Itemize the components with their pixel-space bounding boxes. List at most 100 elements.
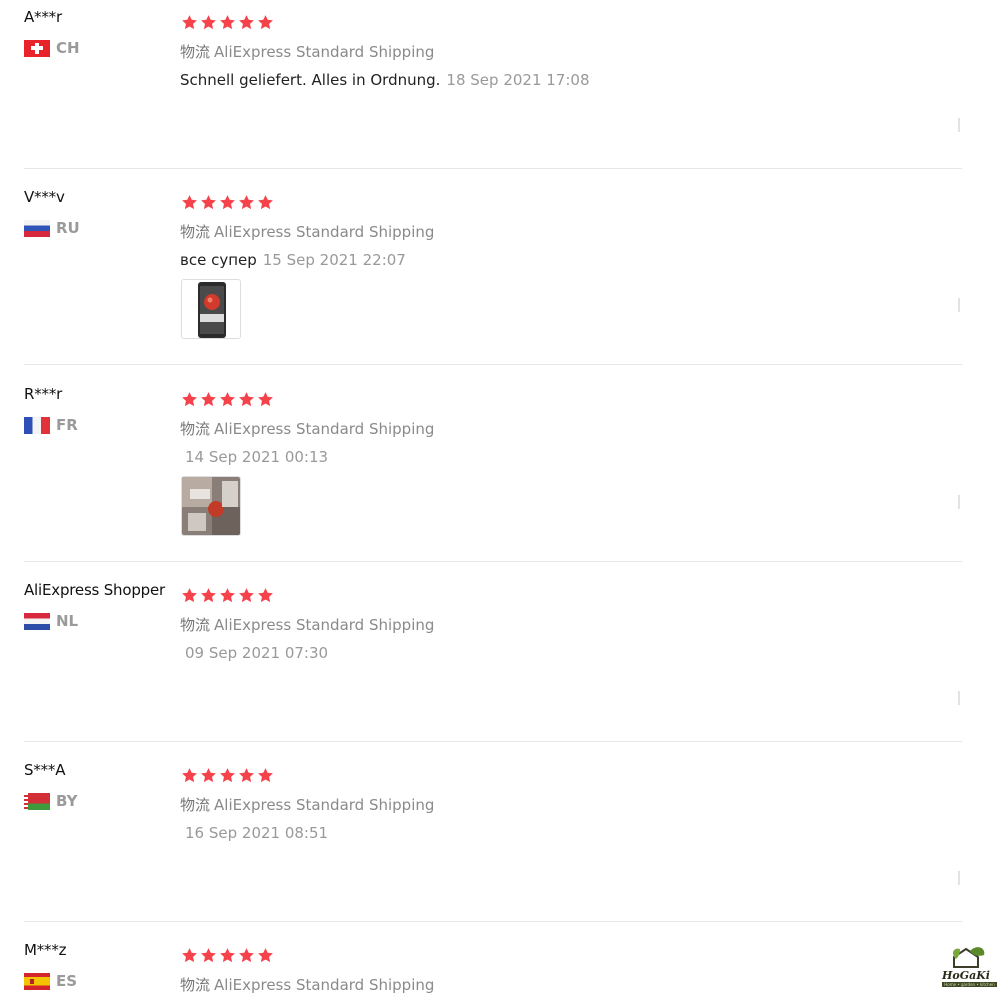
star-icon — [201, 392, 216, 407]
star-icon — [258, 392, 273, 407]
review-divider — [24, 364, 962, 365]
logistics-label: 物流 — [180, 796, 211, 814]
reviewer-country: RU — [24, 219, 80, 237]
review-feedback: 16 Sep 2021 08:51 — [180, 824, 328, 842]
star-rating — [181, 391, 274, 408]
logistics-label: 物流 — [180, 223, 211, 241]
logo-tagline: Home • garden • kitchen — [942, 982, 997, 987]
star-rating — [181, 14, 274, 31]
review-date: 18 Sep 2021 17:08 — [446, 71, 590, 89]
reviewer-country: ES — [24, 972, 77, 990]
star-icon — [201, 195, 216, 210]
logistics-value: AliExpress Standard Shipping — [214, 43, 435, 61]
hogaki-watermark-logo: HoGaKi Home • garden • kitchen — [940, 945, 998, 989]
review-divider — [24, 561, 962, 562]
spain-flag-icon — [24, 972, 50, 990]
logistics-value: AliExpress Standard Shipping — [214, 976, 435, 994]
star-icon — [182, 195, 197, 210]
helpful-divider — [958, 691, 960, 705]
helpful-divider — [958, 298, 960, 312]
country-code: ES — [56, 972, 78, 990]
reviewer-country: NL — [24, 612, 78, 630]
logistics-value: AliExpress Standard Shipping — [214, 420, 435, 438]
shipping-method: 物流 AliExpress Standard Shipping — [180, 614, 434, 635]
reviewer-country: CH — [24, 39, 80, 57]
review-divider — [24, 741, 962, 742]
review-feedback: Schnell geliefert. Alles in Ordnung. 18 S… — [180, 71, 590, 89]
star-icon — [239, 768, 254, 783]
review-text: Schnell geliefert. Alles in Ordnung. — [180, 71, 441, 89]
review-item: S***A BY 物流 AliExpress Standard Shipping … — [0, 761, 962, 922]
photo-thumbnail-image — [182, 280, 240, 338]
star-icon — [201, 588, 216, 603]
logo-name: HoGaKi — [942, 969, 990, 982]
shipping-method: 物流 AliExpress Standard Shipping — [180, 974, 434, 995]
review-date: 09 Sep 2021 07:30 — [185, 644, 329, 662]
country-code: RU — [56, 219, 80, 237]
star-icon — [239, 392, 254, 407]
reviewer-country: BY — [24, 792, 77, 810]
review-item: A***r CH 物流 AliExpress Standard Shipping … — [0, 8, 962, 169]
photo-thumbnail-image — [182, 477, 240, 535]
review-item: AliExpress Shopper NL 物流 AliExpress Stand… — [0, 581, 962, 742]
reviewer-country: FR — [24, 416, 78, 434]
star-icon — [239, 588, 254, 603]
shipping-method: 物流 AliExpress Standard Shipping — [180, 41, 434, 62]
star-icon — [220, 195, 235, 210]
logistics-label: 物流 — [180, 43, 211, 61]
star-icon — [258, 948, 273, 963]
reviewer-name: V***v — [24, 188, 65, 206]
star-icon — [239, 15, 254, 30]
star-icon — [258, 195, 273, 210]
review-feedback: 09 Sep 2021 07:30 — [180, 644, 328, 662]
star-icon — [258, 588, 273, 603]
star-icon — [220, 768, 235, 783]
review-item: R***r FR 物流 AliExpress Standard Shipping … — [0, 385, 962, 562]
review-divider — [24, 168, 962, 169]
france-flag-icon — [24, 416, 50, 434]
star-icon — [220, 15, 235, 30]
review-feedback: все супер 15 Sep 2021 22:07 — [180, 251, 406, 269]
country-code: BY — [56, 792, 78, 810]
star-icon — [258, 768, 273, 783]
reviewer-name: A***r — [24, 8, 62, 26]
russia-flag-icon — [24, 219, 50, 237]
house-leaf-logo-icon — [953, 947, 985, 968]
star-icon — [182, 948, 197, 963]
review-item: M***z ES 物流 AliExpress Standard Shipping — [0, 941, 962, 1000]
country-code: FR — [56, 416, 78, 434]
star-icon — [258, 15, 273, 30]
star-icon — [182, 15, 197, 30]
country-code: CH — [56, 39, 80, 57]
country-code: NL — [56, 612, 79, 630]
logistics-label: 物流 — [180, 420, 211, 438]
review-text: все супер — [180, 251, 257, 269]
reviewer-name: S***A — [24, 761, 66, 779]
review-date: 16 Sep 2021 08:51 — [185, 824, 329, 842]
star-icon — [220, 392, 235, 407]
review-date: 14 Sep 2021 00:13 — [185, 448, 329, 466]
star-icon — [182, 588, 197, 603]
star-rating — [181, 587, 274, 604]
review-photo[interactable] — [181, 279, 241, 339]
logistics-label: 物流 — [180, 976, 211, 994]
star-rating — [181, 194, 274, 211]
reviewer-name: AliExpress Shopper — [24, 581, 165, 599]
star-icon — [201, 948, 216, 963]
logistics-value: AliExpress Standard Shipping — [214, 616, 435, 634]
star-icon — [220, 588, 235, 603]
reviewer-name: M***z — [24, 941, 67, 959]
star-icon — [201, 15, 216, 30]
review-feedback: 14 Sep 2021 00:13 — [180, 448, 328, 466]
review-photo[interactable] — [181, 476, 241, 536]
star-rating — [181, 947, 274, 964]
reviewer-name: R***r — [24, 385, 63, 403]
star-icon — [239, 195, 254, 210]
review-divider — [24, 921, 962, 922]
shipping-method: 物流 AliExpress Standard Shipping — [180, 418, 434, 439]
star-icon — [201, 768, 216, 783]
shipping-method: 物流 AliExpress Standard Shipping — [180, 221, 434, 242]
belarus-flag-icon — [24, 792, 50, 810]
logistics-label: 物流 — [180, 616, 211, 634]
helpful-divider — [958, 495, 960, 509]
